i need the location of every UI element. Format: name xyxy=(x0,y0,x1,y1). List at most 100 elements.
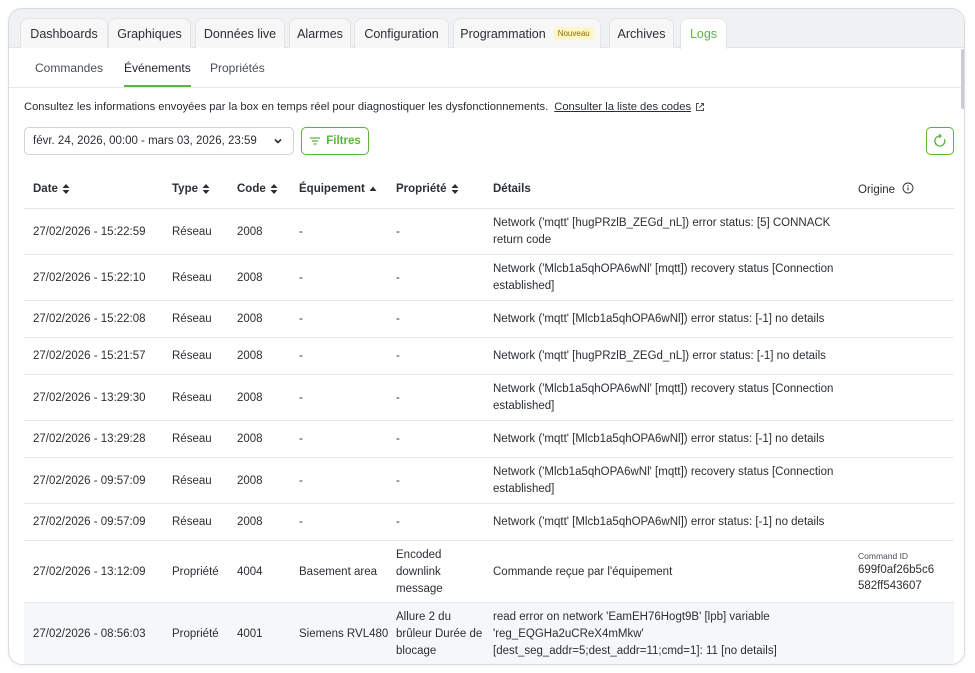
tab-donnees-live[interactable]: Données live xyxy=(195,18,285,48)
cell-code: 2008 xyxy=(237,271,263,284)
cell-equipment: - xyxy=(299,474,303,487)
sort-icon xyxy=(451,184,458,194)
cell-date: 27/02/2026 - 13:29:30 xyxy=(33,391,146,404)
tab-alarmes[interactable]: Alarmes xyxy=(289,18,351,48)
cell-date: 27/02/2026 - 13:12:09 xyxy=(33,565,146,578)
table-row[interactable]: 27/02/2026 - 15:22:08 Réseau 2008 - - Network… xyxy=(24,301,954,338)
cell-code: 4001 xyxy=(237,627,263,640)
cell-property: - xyxy=(396,225,400,238)
filters-button[interactable]: Filtres xyxy=(301,127,369,155)
cell-property: - xyxy=(396,474,400,487)
cell-date: 27/02/2026 - 15:21:57 xyxy=(33,350,146,362)
cell-date: 27/02/2026 - 09:57:09 xyxy=(33,474,146,487)
subtab-proprietes[interactable]: Propriétés xyxy=(210,61,265,87)
cell-origin xyxy=(858,375,954,421)
cell-details: Network ('mqtt' [hugPRzlB_ZEGd_nL]) erro… xyxy=(493,350,826,362)
table-row[interactable]: 27/02/2026 - 13:29:30 Réseau 2008 - - Network… xyxy=(24,375,954,421)
column-property[interactable]: Propriété xyxy=(396,183,459,195)
column-type[interactable]: Type xyxy=(172,183,210,195)
cell-details: Network ('Mlcb1a5qhOPA6wNl' [mqtt]) reco… xyxy=(493,466,834,495)
page-description: Consultez les informations envoyées par … xyxy=(24,101,705,113)
info-icon[interactable] xyxy=(902,182,914,194)
table-row[interactable]: 27/02/2026 - 13:29:28 Réseau 2008 - - Network… xyxy=(24,421,954,458)
column-details: Détails xyxy=(493,183,531,195)
filter-icon xyxy=(310,137,321,145)
events-table: Date Type Code Équipement Propriété Déta… xyxy=(24,169,954,664)
column-origin: Origine xyxy=(858,182,914,196)
cell-details: Network ('mqtt' [Mlcb1a5qhOPA6wNl]) erro… xyxy=(493,516,825,528)
table-row[interactable]: 27/02/2026 - 09:57:09 Réseau 2008 - - Network… xyxy=(24,504,954,541)
column-date[interactable]: Date xyxy=(33,183,70,195)
cell-origin: Command ID 699f0af26b5c6582ff543607 xyxy=(858,541,954,603)
cell-code: 2008 xyxy=(237,433,263,445)
subtab-divider xyxy=(9,87,964,88)
refresh-button[interactable] xyxy=(926,127,954,155)
cell-property: Encoded downlink message xyxy=(396,548,443,595)
date-range-picker[interactable]: févr. 24, 2026, 00:00 - mars 03, 2026, 2… xyxy=(24,127,294,155)
column-code[interactable]: Code xyxy=(237,183,278,195)
cell-origin xyxy=(858,301,954,338)
cell-type: Réseau xyxy=(172,313,212,325)
table-row[interactable]: 27/02/2026 - 15:21:57 Réseau 2008 - - Network… xyxy=(24,338,954,375)
cell-origin xyxy=(858,603,954,664)
subtab-commandes[interactable]: Commandes xyxy=(35,61,103,87)
cell-origin xyxy=(858,458,954,504)
table-header: Date Type Code Équipement Propriété Déta… xyxy=(24,169,954,209)
cell-code: 2008 xyxy=(237,474,263,487)
cell-property: - xyxy=(396,391,400,404)
origin-value: 699f0af26b5c6582ff543607 xyxy=(858,563,935,592)
main-tab-bar: Dashboards Graphiques Données live Alarm… xyxy=(9,9,964,49)
cell-details: Network ('mqtt' [Mlcb1a5qhOPA6wNl]) erro… xyxy=(493,313,825,325)
cell-type: Réseau xyxy=(172,516,212,528)
table-row[interactable]: 27/02/2026 - 08:56:03 Propriété 4001 Siemen… xyxy=(24,603,954,664)
subtab-evenements[interactable]: Événements xyxy=(124,61,191,87)
cell-type: Réseau xyxy=(172,271,212,284)
cell-property: - xyxy=(396,516,400,528)
cell-details: Commande reçue par l'équipement xyxy=(493,565,673,578)
tab-logs[interactable]: Logs xyxy=(680,18,727,49)
cell-details: Network ('Mlcb1a5qhOPA6wNl' [mqtt]) reco… xyxy=(493,263,834,292)
scrollbar[interactable] xyxy=(961,49,964,109)
cell-equipment: - xyxy=(299,433,303,445)
cell-property: - xyxy=(396,313,400,325)
cell-code: 2008 xyxy=(237,391,263,404)
cell-equipment: - xyxy=(299,271,303,284)
tab-programmation[interactable]: Programmation Nouveau xyxy=(453,18,601,48)
cell-date: 27/02/2026 - 08:56:03 xyxy=(33,627,146,640)
table-row[interactable]: 27/02/2026 - 13:12:09 Propriété 4004 Baseme… xyxy=(24,541,954,603)
cell-origin xyxy=(858,255,954,301)
cell-equipment: - xyxy=(299,391,303,404)
cell-origin xyxy=(858,338,954,375)
cell-property: - xyxy=(396,433,400,445)
cell-code: 4004 xyxy=(237,565,263,578)
cell-equipment: - xyxy=(299,350,303,362)
tab-configuration[interactable]: Configuration xyxy=(354,18,449,48)
cell-origin xyxy=(858,421,954,458)
cell-date: 27/02/2026 - 09:57:09 xyxy=(33,516,146,528)
refresh-icon xyxy=(934,133,946,147)
cell-details: Network ('mqtt' [hugPRzlB_ZEGd_nL]) erro… xyxy=(493,217,831,246)
cell-details: read error on network 'EamEH76Hogt9B' [l… xyxy=(493,610,777,657)
cell-code: 2008 xyxy=(237,313,263,325)
tab-dashboards[interactable]: Dashboards xyxy=(20,18,108,48)
tab-graphiques[interactable]: Graphiques xyxy=(108,18,191,48)
table-row[interactable]: 27/02/2026 - 15:22:10 Réseau 2008 - - Network… xyxy=(24,255,954,301)
table-row[interactable]: 27/02/2026 - 09:57:09 Réseau 2008 - - Network… xyxy=(24,458,954,504)
table-row[interactable]: 27/02/2026 - 15:22:59 Réseau 2008 - - Network… xyxy=(24,209,954,255)
cell-date: 27/02/2026 - 15:22:08 xyxy=(33,313,146,325)
column-equipment[interactable]: Équipement xyxy=(299,183,377,195)
cell-property: - xyxy=(396,271,400,284)
cell-code: 2008 xyxy=(237,350,263,362)
new-badge: Nouveau xyxy=(553,27,594,40)
sort-asc-icon xyxy=(369,186,377,191)
cell-origin xyxy=(858,209,954,255)
tab-archives[interactable]: Archives xyxy=(609,18,674,48)
cell-type: Propriété xyxy=(172,565,219,578)
cell-property: Allure 2 du brûleur Durée de blocage xyxy=(396,610,483,657)
cell-equipment: Siemens RVL480 xyxy=(299,627,389,640)
cell-equipment: - xyxy=(299,313,303,325)
codes-list-link[interactable]: Consulter la liste des codes xyxy=(554,101,691,113)
cell-equipment: Basement area xyxy=(299,565,377,578)
cell-type: Réseau xyxy=(172,433,212,445)
cell-code: 2008 xyxy=(237,225,263,238)
